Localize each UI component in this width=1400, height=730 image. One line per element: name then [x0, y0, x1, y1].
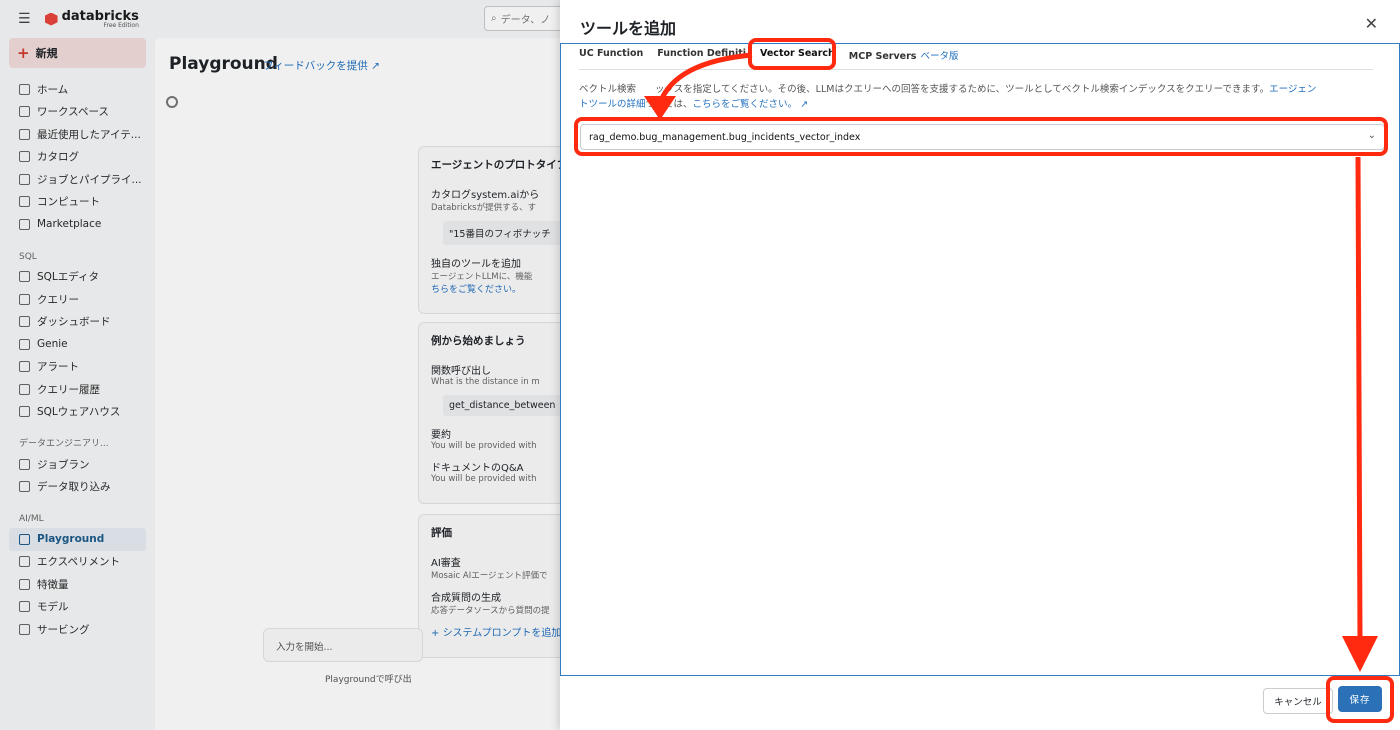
beta-badge: ベータ版 [920, 51, 959, 62]
agent-tools-link-a[interactable]: エージェン [1269, 84, 1316, 95]
modal-backdrop[interactable] [0, 0, 560, 730]
close-icon[interactable]: ✕ [1365, 14, 1378, 33]
desc-part-b: ックスを指定してください。その後、LLMはクエリーへの回答を支援するために、ツー… [655, 84, 1270, 95]
save-button-highlight [1326, 676, 1394, 723]
desc-part-a: ベクトル検索 [579, 84, 637, 95]
index-select-highlight [574, 117, 1388, 156]
vector-search-description: ベクトル検索 ックスを指定してください。その後、LLMはクエリーへの回答を支援す… [579, 82, 1379, 112]
desc-part-c: ついては、 [645, 99, 693, 110]
tab-divider [579, 69, 1373, 70]
docs-link[interactable]: こちらをご覧ください。 [693, 99, 798, 110]
agent-tools-link-b[interactable]: トツールの詳細 [579, 99, 646, 110]
add-tool-dialog: ツールを追加 ✕ UC Function Function Definiti V… [560, 0, 1400, 730]
external-link-icon: ↗ [800, 99, 809, 110]
tab-mcp-label: MCP Servers [848, 51, 917, 62]
dialog-title: ツールを追加 [580, 19, 677, 38]
tab-mcp-servers[interactable]: MCP Servers ベータ版 [849, 48, 959, 62]
tab-uc-function[interactable]: UC Function [579, 48, 643, 62]
cancel-button[interactable]: キャンセル [1263, 688, 1333, 714]
vector-search-tab-highlight [748, 38, 836, 70]
tab-function-definition[interactable]: Function Definiti [657, 48, 746, 62]
